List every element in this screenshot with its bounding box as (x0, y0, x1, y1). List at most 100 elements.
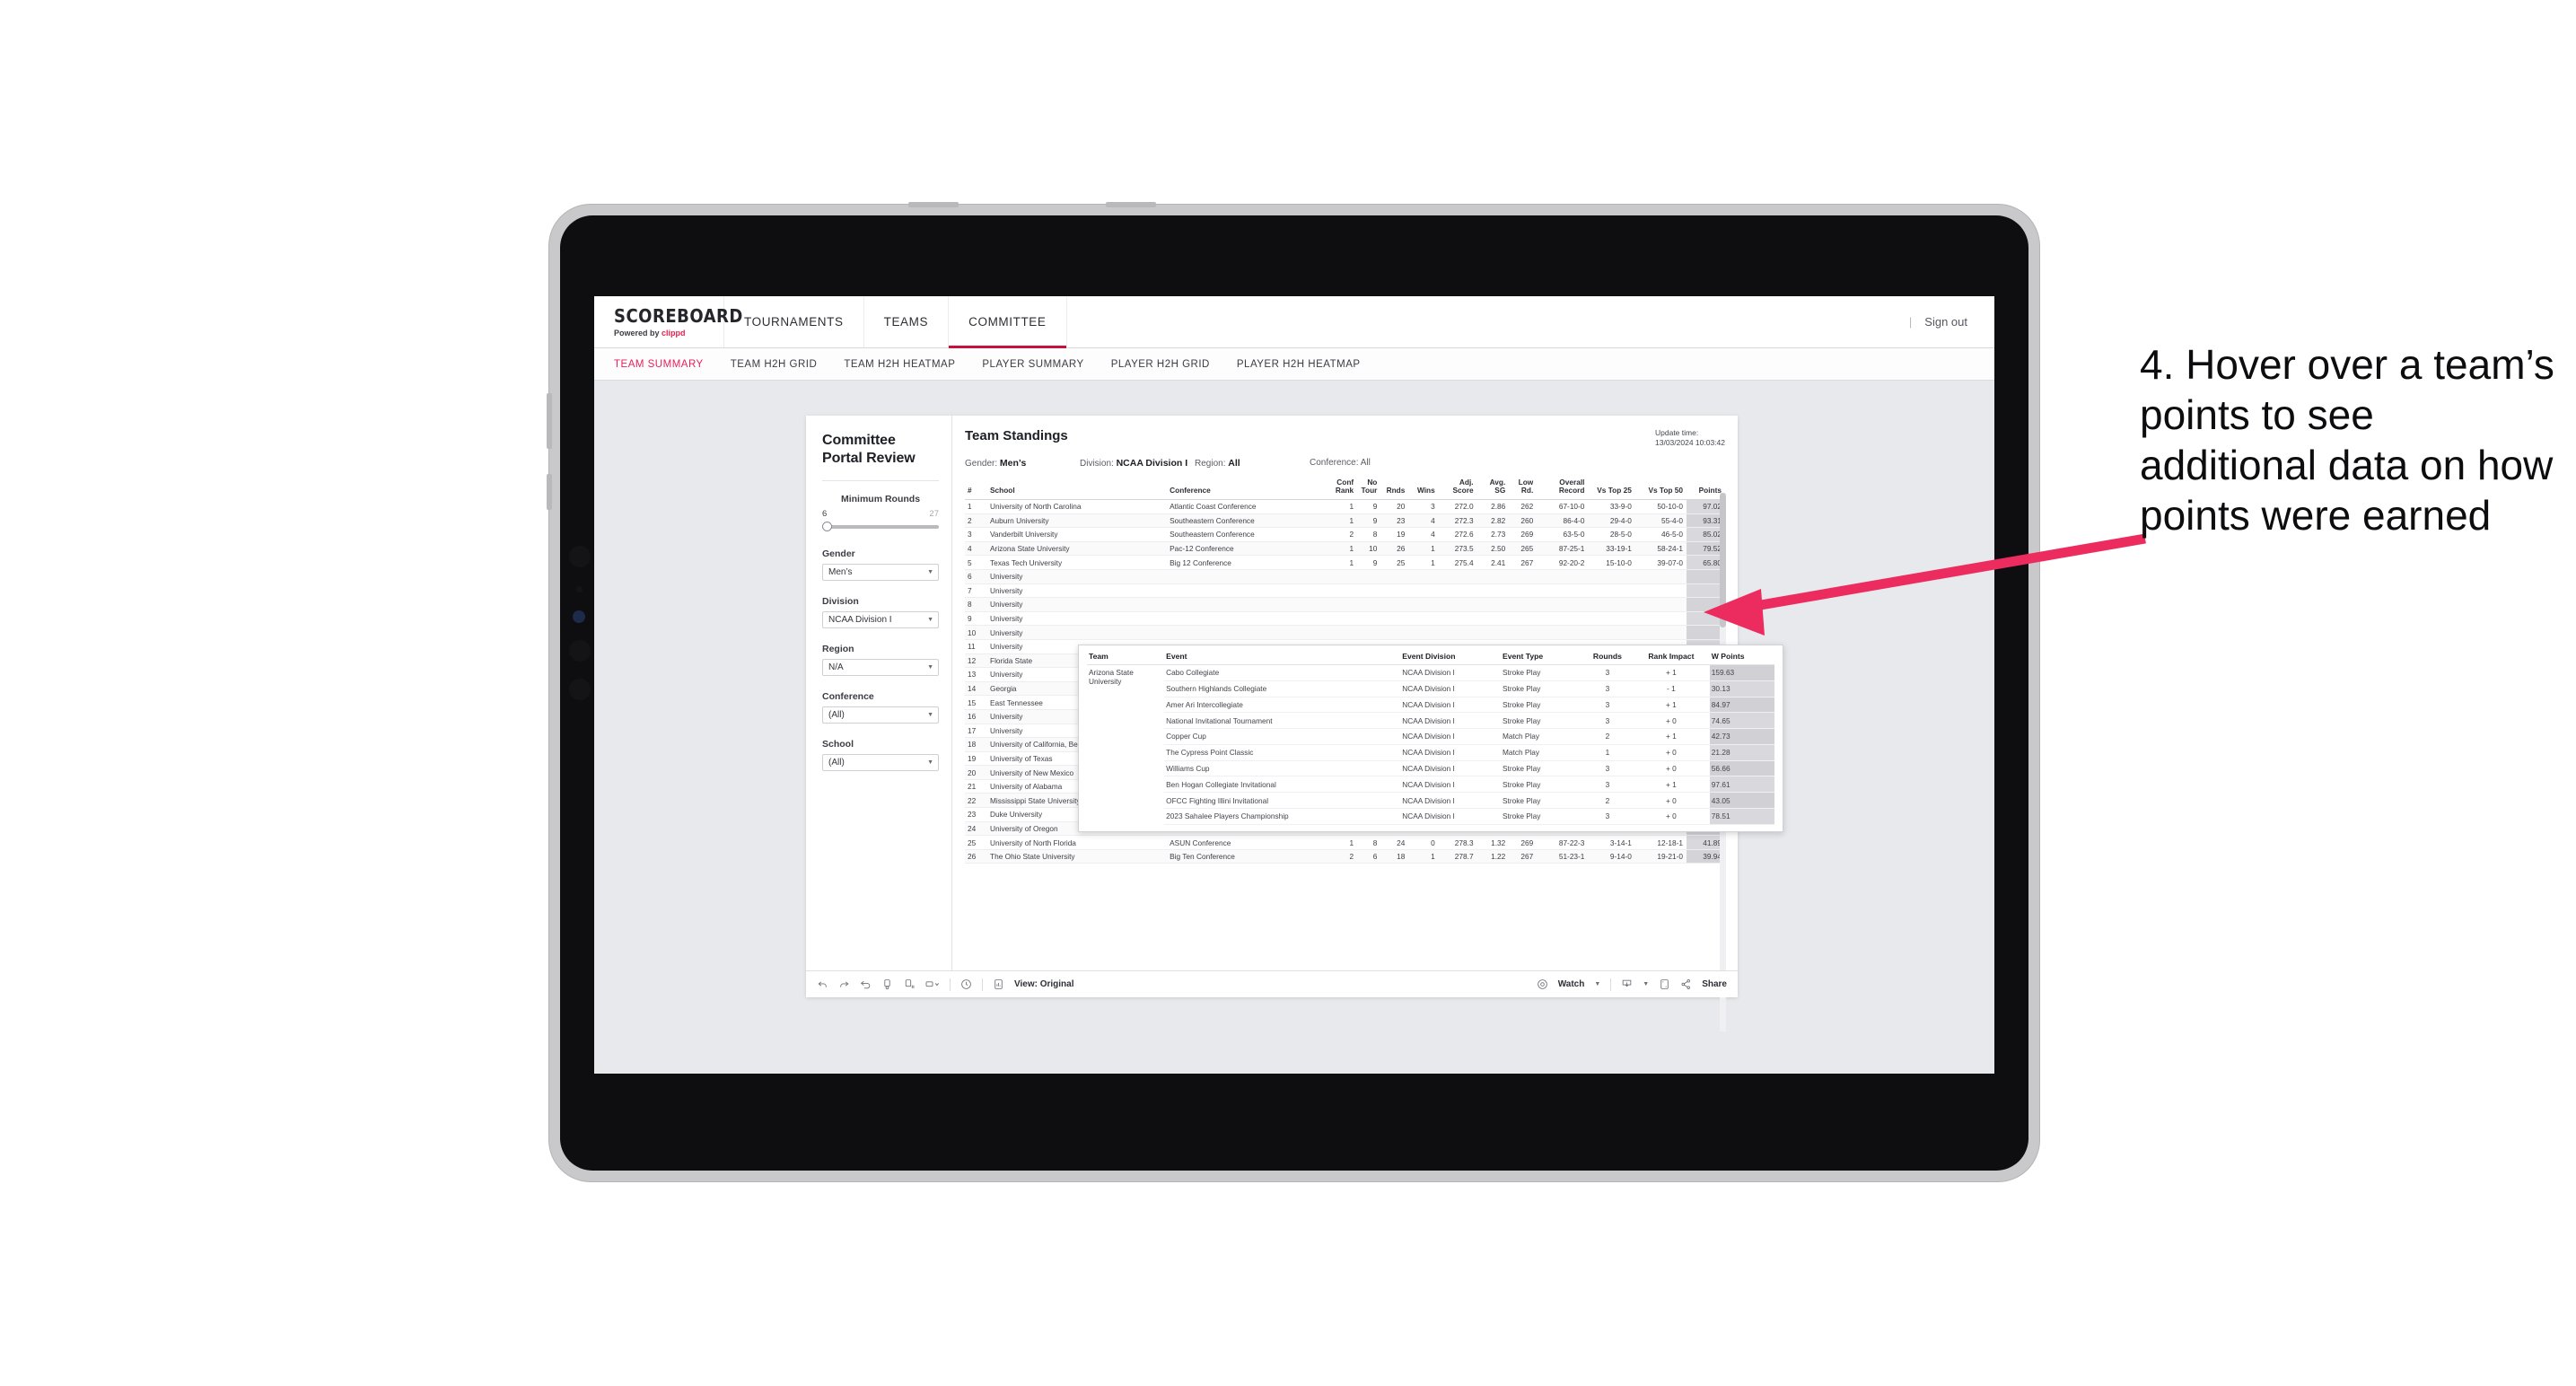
minimum-rounds-slider[interactable] (822, 522, 939, 531)
nav-divider: | (1908, 315, 1913, 329)
download-chevron-down-icon[interactable]: ▼ (1643, 981, 1649, 987)
tooltip-cell-rounds: 3 (1582, 712, 1634, 730)
tooltip-cell-event-type: Stroke Play (1500, 697, 1582, 714)
filter-school-select[interactable]: (All) ▼ (822, 754, 939, 771)
cell-wins (1408, 569, 1439, 584)
subtab-team-h2h-heatmap[interactable]: TEAM H2H HEATMAP (844, 359, 955, 370)
tooltip-cell-event: Ben Hogan Collegiate Invitational (1164, 776, 1401, 794)
chevron-down-icon: ▼ (927, 664, 933, 671)
table-row[interactable]: 5 Texas Tech University Big 12 Conference 1… (965, 555, 1725, 570)
col-overall-record[interactable]: Overall Record (1537, 478, 1589, 500)
col-rnds[interactable]: Rnds (1380, 478, 1409, 500)
history-icon[interactable] (960, 978, 972, 990)
filter-division-select[interactable]: NCAA Division I ▼ (822, 611, 939, 628)
table-row[interactable]: 6 University (965, 569, 1725, 584)
subtab-team-h2h-grid[interactable]: TEAM H2H GRID (731, 359, 818, 370)
visualization-container: Committee Portal Review Minimum Rounds 6… (806, 416, 1783, 1031)
watch-icon[interactable] (1537, 978, 1548, 990)
cell-vs50 (1634, 625, 1687, 640)
col-no-tour[interactable]: No Tour (1357, 478, 1381, 500)
cell-avg-sg (1476, 611, 1510, 627)
cell-rank: 9 (965, 611, 988, 627)
cell-school: University of North Carolina (987, 499, 1168, 514)
view-original-icon[interactable] (993, 978, 1004, 990)
cell-school: University (987, 583, 1168, 599)
cell-avg-sg (1476, 569, 1510, 584)
download-icon[interactable] (1621, 978, 1633, 990)
pause-updates-icon[interactable] (903, 978, 915, 990)
table-row[interactable]: 9 University (965, 611, 1725, 627)
table-row[interactable]: 1 University of North Carolina Atlantic Co… (965, 499, 1725, 514)
breadcrumb-region-value: All (1228, 457, 1240, 469)
share-label[interactable]: Share (1702, 979, 1727, 989)
filter-gender-select[interactable]: Men’s ▼ (822, 564, 939, 581)
cell-conf-rank: 2 (1329, 527, 1358, 542)
cell-vs50 (1634, 597, 1687, 612)
refresh-data-icon[interactable] (881, 978, 893, 990)
revert-icon[interactable] (860, 978, 872, 990)
table-row[interactable]: 8 University (965, 597, 1725, 612)
tooltip-cell-w-points: 159.63 (1709, 664, 1774, 681)
cell-adj-score (1438, 625, 1477, 640)
tablet-left-button-1 (547, 393, 552, 449)
filter-region-select[interactable]: N/A ▼ (822, 659, 939, 676)
cell-rank: 5 (965, 555, 988, 570)
col-rank[interactable]: # (965, 478, 988, 500)
col-vs-top-25[interactable]: Vs Top 25 (1588, 478, 1635, 500)
subtab-player-h2h-heatmap[interactable]: PLAYER H2H HEATMAP (1237, 359, 1361, 370)
cell-rank: 19 (965, 751, 988, 767)
signout-link[interactable]: Sign out (1924, 315, 1967, 329)
cell-low-rd: 269 (1509, 527, 1538, 542)
subtab-player-summary[interactable]: PLAYER SUMMARY (982, 359, 1083, 370)
table-row[interactable]: 2 Auburn University Southeastern Conferenc… (965, 513, 1725, 529)
table-row[interactable]: 25 University of North Florida ASUN Confer… (965, 835, 1725, 850)
nav-tab-teams[interactable]: TEAMS (864, 296, 950, 347)
col-school[interactable]: School (987, 478, 1168, 500)
cell-vs50 (1634, 569, 1687, 584)
subtab-team-summary[interactable]: TEAM SUMMARY (614, 359, 704, 370)
col-wins[interactable]: Wins (1408, 478, 1439, 500)
cell-vs50 (1634, 583, 1687, 599)
portal-divider (822, 480, 939, 481)
minimum-rounds-range: 6 27 (822, 509, 939, 519)
toolbar-divider-2 (982, 978, 983, 991)
col-avg-sg[interactable]: Avg. SG (1476, 478, 1510, 500)
highlighter-dropdown-icon[interactable] (924, 978, 940, 990)
slider-handle[interactable] (822, 522, 832, 531)
col-conf-rank[interactable]: Conf Rank (1329, 478, 1358, 500)
subtab-player-h2h-grid[interactable]: PLAYER H2H GRID (1111, 359, 1210, 370)
page-title: Team Standings (965, 428, 1068, 443)
nav-tab-tournaments[interactable]: TOURNAMENTS (724, 296, 864, 347)
col-low-rd[interactable]: Low Rd. (1509, 478, 1538, 500)
table-row[interactable]: 26 The Ohio State University Big Ten Confe… (965, 849, 1725, 864)
tooltip-cell-event-division: NCAA Division I (1400, 728, 1501, 745)
share-icon[interactable] (1680, 978, 1692, 990)
cell-wins (1408, 611, 1439, 627)
filter-gender: Gender Men’s ▼ (822, 548, 939, 581)
filter-conference-select[interactable]: (All) ▼ (822, 706, 939, 724)
view-original-label[interactable]: View: Original (1014, 979, 1074, 989)
col-vs-top-50[interactable]: Vs Top 50 (1634, 478, 1687, 500)
table-row[interactable]: 7 University (965, 583, 1725, 599)
cell-low-rd: 260 (1509, 513, 1538, 529)
table-row[interactable]: 10 University (965, 625, 1725, 640)
cell-adj-score: 278.3 (1438, 835, 1477, 850)
cell-rnds: 23 (1380, 513, 1409, 529)
toolbar-divider-3 (1610, 978, 1612, 991)
watch-label[interactable]: Watch (1558, 979, 1585, 989)
undo-icon[interactable] (817, 978, 828, 990)
device-layout-icon[interactable] (1659, 978, 1670, 990)
cell-avg-sg: 1.22 (1476, 849, 1510, 864)
col-conference[interactable]: Conference (1167, 478, 1330, 500)
cell-vs25 (1588, 611, 1635, 627)
filter-division-label: Division (822, 596, 859, 607)
brand-logo[interactable]: SCOREBOARD Powered by clippd (594, 296, 742, 347)
table-row[interactable]: 4 Arizona State University Pac-12 Conferen… (965, 541, 1725, 557)
watch-chevron-down-icon[interactable]: ▼ (1594, 981, 1600, 987)
cell-school: University (987, 569, 1168, 584)
redo-icon[interactable] (838, 978, 850, 990)
nav-tab-committee[interactable]: COMMITTEE (949, 296, 1067, 348)
col-adj-score[interactable]: Adj. Score (1438, 478, 1477, 500)
cell-vs50: 55-4-0 (1634, 513, 1687, 529)
table-row[interactable]: 3 Vanderbilt University Southeastern Confe… (965, 527, 1725, 542)
